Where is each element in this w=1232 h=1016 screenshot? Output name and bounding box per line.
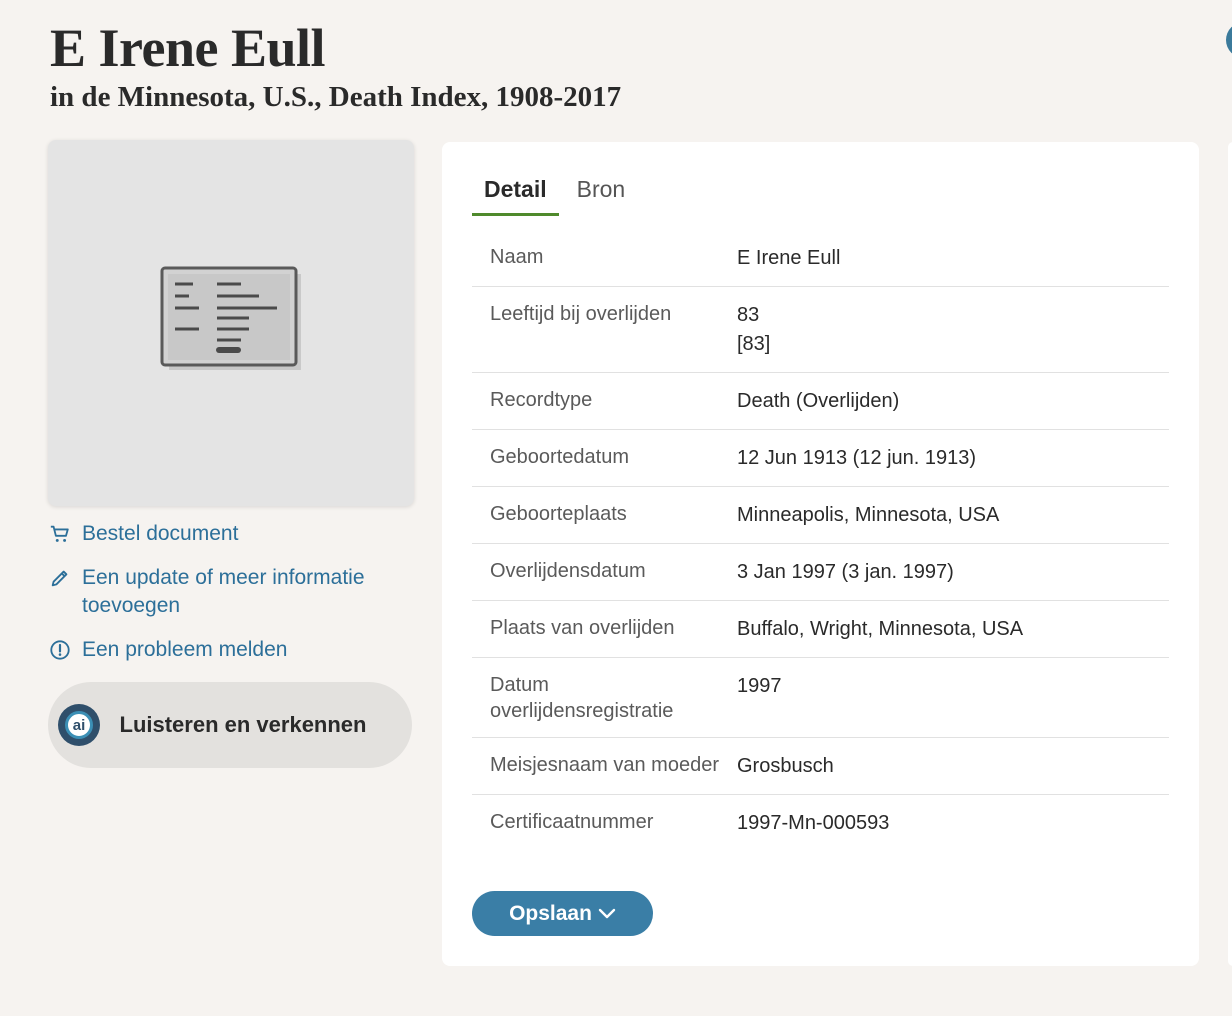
field-label: Recordtype <box>490 389 593 411</box>
record-header: E Irene Eull in de Minnesota, U.S., Deat… <box>50 18 621 114</box>
field-value-text: 12 Jun 1913 (12 jun. 1913) <box>737 447 977 469</box>
tab-detail[interactable]: Detail <box>472 172 559 216</box>
field-value: Death (Overlijden) <box>737 387 899 416</box>
field-label: Meisjesnaam van moeder <box>490 754 719 776</box>
table-row: Meisjesnaam van moeder Grosbusch <box>472 738 1169 795</box>
field-value-secondary: [83] <box>737 333 771 355</box>
field-label: Overlijdensdatum <box>490 560 646 582</box>
record-detail-card: Detail Bron Naam E Irene Eull Leeftijd b… <box>442 142 1199 966</box>
field-value-text: 83 <box>737 304 760 326</box>
document-record-icon <box>160 266 301 370</box>
save-button[interactable]: Opslaan <box>472 891 653 936</box>
report-problem-link[interactable]: Een probleem melden <box>48 636 414 664</box>
record-tabs: Detail Bron <box>472 172 637 216</box>
alert-circle-icon <box>50 640 70 660</box>
listen-explore-label: Luisteren en verkennen <box>119 712 367 737</box>
ai-icon: ai <box>58 704 100 746</box>
field-value: Minneapolis, Minnesota, USA <box>737 501 999 530</box>
field-value: Grosbusch <box>737 752 834 781</box>
field-value-text: Minneapolis, Minnesota, USA <box>737 504 1000 526</box>
save-button-label: Opslaan <box>509 901 592 925</box>
table-row: Geboorteplaats Minneapolis, Minnesota, U… <box>472 487 1169 544</box>
left-column: Bestel document Een update of meer infor… <box>48 140 414 768</box>
field-label: Geboortedatum <box>490 446 629 468</box>
table-row: Overlijdensdatum 3 Jan 1997 (3 jan. 1997… <box>472 544 1169 601</box>
avatar[interactable] <box>1226 22 1232 58</box>
field-value: Buffalo, Wright, Minnesota, USA <box>737 615 1023 644</box>
tab-bron[interactable]: Bron <box>565 172 638 216</box>
page-title: E Irene Eull <box>50 18 326 78</box>
field-label: Plaats van overlijden <box>490 617 675 639</box>
field-label: Naam <box>490 246 544 268</box>
field-value-text: 3 Jan 1997 (3 jan. 1997) <box>737 561 954 583</box>
adjacent-panel-edge <box>1228 142 1232 966</box>
field-label: Certificaatnummer <box>490 811 654 833</box>
field-label: Leeftijd bij overlijden <box>490 303 672 325</box>
report-problem-label: Een probleem melden <box>82 638 288 661</box>
field-value-text: 1997 <box>737 675 782 697</box>
record-page: E Irene Eull in de Minnesota, U.S., Deat… <box>0 0 1232 1016</box>
table-row: Geboortedatum 12 Jun 1913 (12 jun. 1913) <box>472 430 1169 487</box>
table-row: Certificaatnummer 1997-Mn-000593 <box>472 795 1169 851</box>
table-row: Leeftijd bij overlijden 83 [83] <box>472 287 1169 373</box>
field-value: E Irene Eull <box>737 244 840 273</box>
field-value: 1997-Mn-000593 <box>737 809 889 838</box>
add-update-label: Een update of meer informatie toevoegen <box>82 566 365 617</box>
add-update-link[interactable]: Een update of meer informatie toevoegen <box>48 564 414 620</box>
field-value: 83 [83] <box>737 301 770 359</box>
field-value-text: Buffalo, Wright, Minnesota, USA <box>737 618 1024 640</box>
collection-subtitle[interactable]: in de Minnesota, U.S., Death Index, 1908… <box>50 80 621 114</box>
field-value-text: Death (Overlijden) <box>737 390 900 412</box>
record-thumbnail[interactable] <box>48 140 414 506</box>
field-value-text: 1997-Mn-000593 <box>737 812 890 834</box>
chevron-down-icon <box>598 908 616 918</box>
table-row: Datum overlijdensregistratie 1997 <box>472 658 1169 738</box>
cart-icon <box>50 525 69 542</box>
table-row: Plaats van overlijden Buffalo, Wright, M… <box>472 601 1169 658</box>
field-label: Geboorteplaats <box>490 503 627 525</box>
field-value: 1997 <box>737 672 782 724</box>
field-label: Datum overlijdensregistratie <box>490 674 674 722</box>
field-value-text: Grosbusch <box>737 755 834 777</box>
pencil-icon <box>51 570 68 587</box>
order-document-link[interactable]: Bestel document <box>48 520 414 548</box>
field-value-text: E Irene Eull <box>737 247 841 269</box>
order-document-label: Bestel document <box>82 522 239 545</box>
table-row: Naam E Irene Eull <box>472 230 1169 287</box>
record-actions: Bestel document Een update of meer infor… <box>48 520 414 664</box>
field-value: 12 Jun 1913 (12 jun. 1913) <box>737 444 976 473</box>
listen-explore-button[interactable]: ai Luisteren en verkennen <box>48 682 412 768</box>
field-value: 3 Jan 1997 (3 jan. 1997) <box>737 558 954 587</box>
ai-icon-label: ai <box>65 711 93 739</box>
detail-table: Naam E Irene Eull Leeftijd bij overlijde… <box>472 230 1169 851</box>
table-row: Recordtype Death (Overlijden) <box>472 373 1169 430</box>
